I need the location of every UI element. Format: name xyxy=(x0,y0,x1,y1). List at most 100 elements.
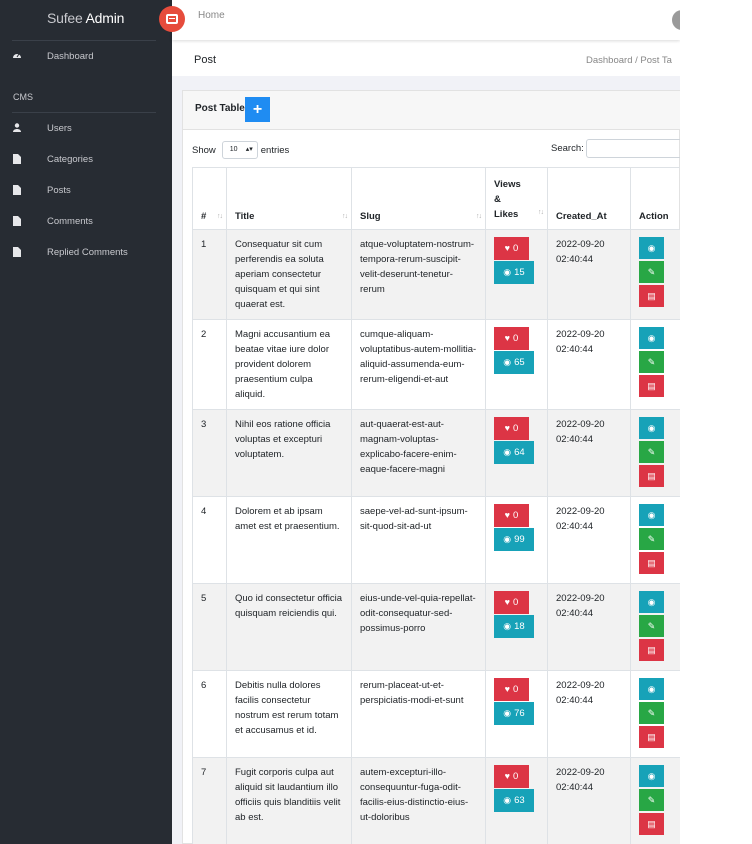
column-header-label: Slug xyxy=(360,211,381,222)
view-button[interactable]: ◉ xyxy=(639,237,664,259)
entries-select[interactable]: 10 ▴▾ xyxy=(221,141,258,159)
views-count: 99 xyxy=(514,534,525,545)
edit-button[interactable]: ✎ xyxy=(639,615,664,637)
cell-created-at: 2022-09-20 02:40:44 xyxy=(547,319,631,410)
cell-slug: atque-voluptatem-nostrum-tempora-rerum-s… xyxy=(351,229,486,320)
delete-button[interactable]: ▤ xyxy=(639,552,664,574)
column-header-label: Views & Likes xyxy=(494,179,521,220)
table-row: 4 Dolorem et ab ipsam amet est et praesen… xyxy=(192,496,713,584)
delete-button[interactable]: ▤ xyxy=(639,639,664,661)
eye-icon: ◉ xyxy=(503,267,512,277)
delete-button[interactable]: ▤ xyxy=(639,465,664,487)
likes-count: 0 xyxy=(513,423,519,434)
brand-logo[interactable]: Sufee Admin xyxy=(47,10,124,26)
trash-icon: ▤ xyxy=(647,732,656,742)
breadcrumb-dashboard[interactable]: Dashboard / xyxy=(586,55,638,66)
view-button[interactable]: ◉ xyxy=(639,678,664,700)
likes-badge: ♥ 0 xyxy=(494,237,529,260)
edit-button[interactable]: ✎ xyxy=(639,261,664,283)
eye-icon: ◉ xyxy=(647,597,656,607)
cell-slug: rerum-placeat-ut-et-perspiciatis-modi-et… xyxy=(351,670,486,758)
view-button[interactable]: ◉ xyxy=(639,591,664,613)
delete-button[interactable]: ▤ xyxy=(639,285,664,307)
sidebar-item-replied-comments[interactable]: Replied Comments xyxy=(0,242,172,262)
view-button[interactable]: ◉ xyxy=(639,504,664,526)
edit-button[interactable]: ✎ xyxy=(639,528,664,550)
edit-button[interactable]: ✎ xyxy=(639,441,664,463)
select-arrows-icon: ▴▾ xyxy=(245,146,253,153)
trash-icon: ▤ xyxy=(647,471,656,481)
eye-icon: ◉ xyxy=(647,423,656,433)
sidebar-item-posts[interactable]: Posts xyxy=(0,180,172,200)
table-row: 5 Quo id consectetur officia quisquam rei… xyxy=(192,583,713,671)
view-button[interactable]: ◉ xyxy=(639,327,664,349)
pencil-icon: ✎ xyxy=(647,267,656,277)
views-badge: ◉ 99 xyxy=(494,528,534,551)
cell-views-likes: ♥ 0 ◉ 18 xyxy=(485,583,548,671)
table-row: 7 Fugit corporis culpa aut aliquid sit la… xyxy=(192,757,713,844)
column-header-title[interactable]: Title ↑↓ xyxy=(226,167,352,230)
cell-created-at: 2022-09-20 02:40:44 xyxy=(547,409,631,497)
pencil-icon: ✎ xyxy=(647,795,656,805)
add-post-button[interactable]: + xyxy=(245,97,270,122)
sidebar-item-comments[interactable]: Comments xyxy=(0,211,172,231)
view-button[interactable]: ◉ xyxy=(639,417,664,439)
file-icon xyxy=(12,154,22,164)
sort-icon: ↑↓ xyxy=(342,213,348,220)
cell-num: 2 xyxy=(192,319,227,410)
delete-button[interactable]: ▤ xyxy=(639,375,664,397)
cell-views-likes: ♥ 0 ◉ 65 xyxy=(485,319,548,410)
card-title: Post Table xyxy=(195,103,245,114)
menu-toggle-button[interactable] xyxy=(159,6,185,32)
cell-num: 4 xyxy=(192,496,227,584)
likes-count: 0 xyxy=(513,510,519,521)
eye-icon: ◉ xyxy=(503,357,512,367)
column-header-views-likes[interactable]: Views & Likes ↑↓ xyxy=(485,167,548,230)
column-header-created-at[interactable]: Created_At xyxy=(547,167,631,230)
cell-slug: aut-quaerat-est-aut-magnam-voluptas-expl… xyxy=(351,409,486,497)
heart-icon: ♥ xyxy=(504,684,511,694)
cell-title: Dolorem et ab ipsam amet est et praesent… xyxy=(226,496,352,584)
sidebar-item-categories[interactable]: Categories xyxy=(0,149,172,169)
brand-prefix: Sufee xyxy=(47,10,83,26)
view-button[interactable]: ◉ xyxy=(639,765,664,787)
likes-badge: ♥ 0 xyxy=(494,678,529,701)
column-header-num[interactable]: # ↑↓ xyxy=(192,167,227,230)
cell-created-at: 2022-09-20 02:40:44 xyxy=(547,496,631,584)
views-count: 65 xyxy=(514,357,525,368)
cell-num: 3 xyxy=(192,409,227,497)
edit-button[interactable]: ✎ xyxy=(639,351,664,373)
heart-icon: ♥ xyxy=(504,510,511,520)
delete-button[interactable]: ▤ xyxy=(639,726,664,748)
trash-icon: ▤ xyxy=(647,381,656,391)
column-header-label: Action xyxy=(639,211,669,222)
likes-count: 0 xyxy=(513,771,519,782)
delete-button[interactable]: ▤ xyxy=(639,813,664,835)
table-row: 6 Debitis nulla dolores facilis consectet… xyxy=(192,670,713,758)
cell-created-at: 2022-09-20 02:40:44 xyxy=(547,670,631,758)
cell-views-likes: ♥ 0 ◉ 64 xyxy=(485,409,548,497)
likes-badge: ♥ 0 xyxy=(494,504,529,527)
likes-count: 0 xyxy=(513,243,519,254)
table-row: 3 Nihil eos ratione officia voluptas et e… xyxy=(192,409,713,497)
edit-button[interactable]: ✎ xyxy=(639,702,664,724)
heart-icon: ♥ xyxy=(504,333,511,343)
sidebar-item-dashboard[interactable]: Dashboard xyxy=(0,46,172,66)
top-header: Home xyxy=(172,0,686,40)
views-badge: ◉ 65 xyxy=(494,351,534,374)
column-header-slug[interactable]: Slug ↑↓ xyxy=(351,167,486,230)
sidebar-item-label: Comments xyxy=(47,215,93,227)
views-badge: ◉ 64 xyxy=(494,441,534,464)
post-table-card: Post Table + Show 10 ▴▾ entries Search: #… xyxy=(182,90,713,844)
sidebar-item-users[interactable]: Users xyxy=(0,118,172,138)
trash-icon: ▤ xyxy=(647,819,656,829)
views-badge: ◉ 63 xyxy=(494,789,534,812)
search-label: Search: xyxy=(551,143,584,154)
eye-icon: ◉ xyxy=(503,621,512,631)
sidebar-item-label: Users xyxy=(47,122,72,134)
views-badge: ◉ 15 xyxy=(494,261,534,284)
eye-icon: ◉ xyxy=(503,795,512,805)
edit-button[interactable]: ✎ xyxy=(639,789,664,811)
pencil-icon: ✎ xyxy=(647,534,656,544)
home-link[interactable]: Home xyxy=(198,10,225,21)
